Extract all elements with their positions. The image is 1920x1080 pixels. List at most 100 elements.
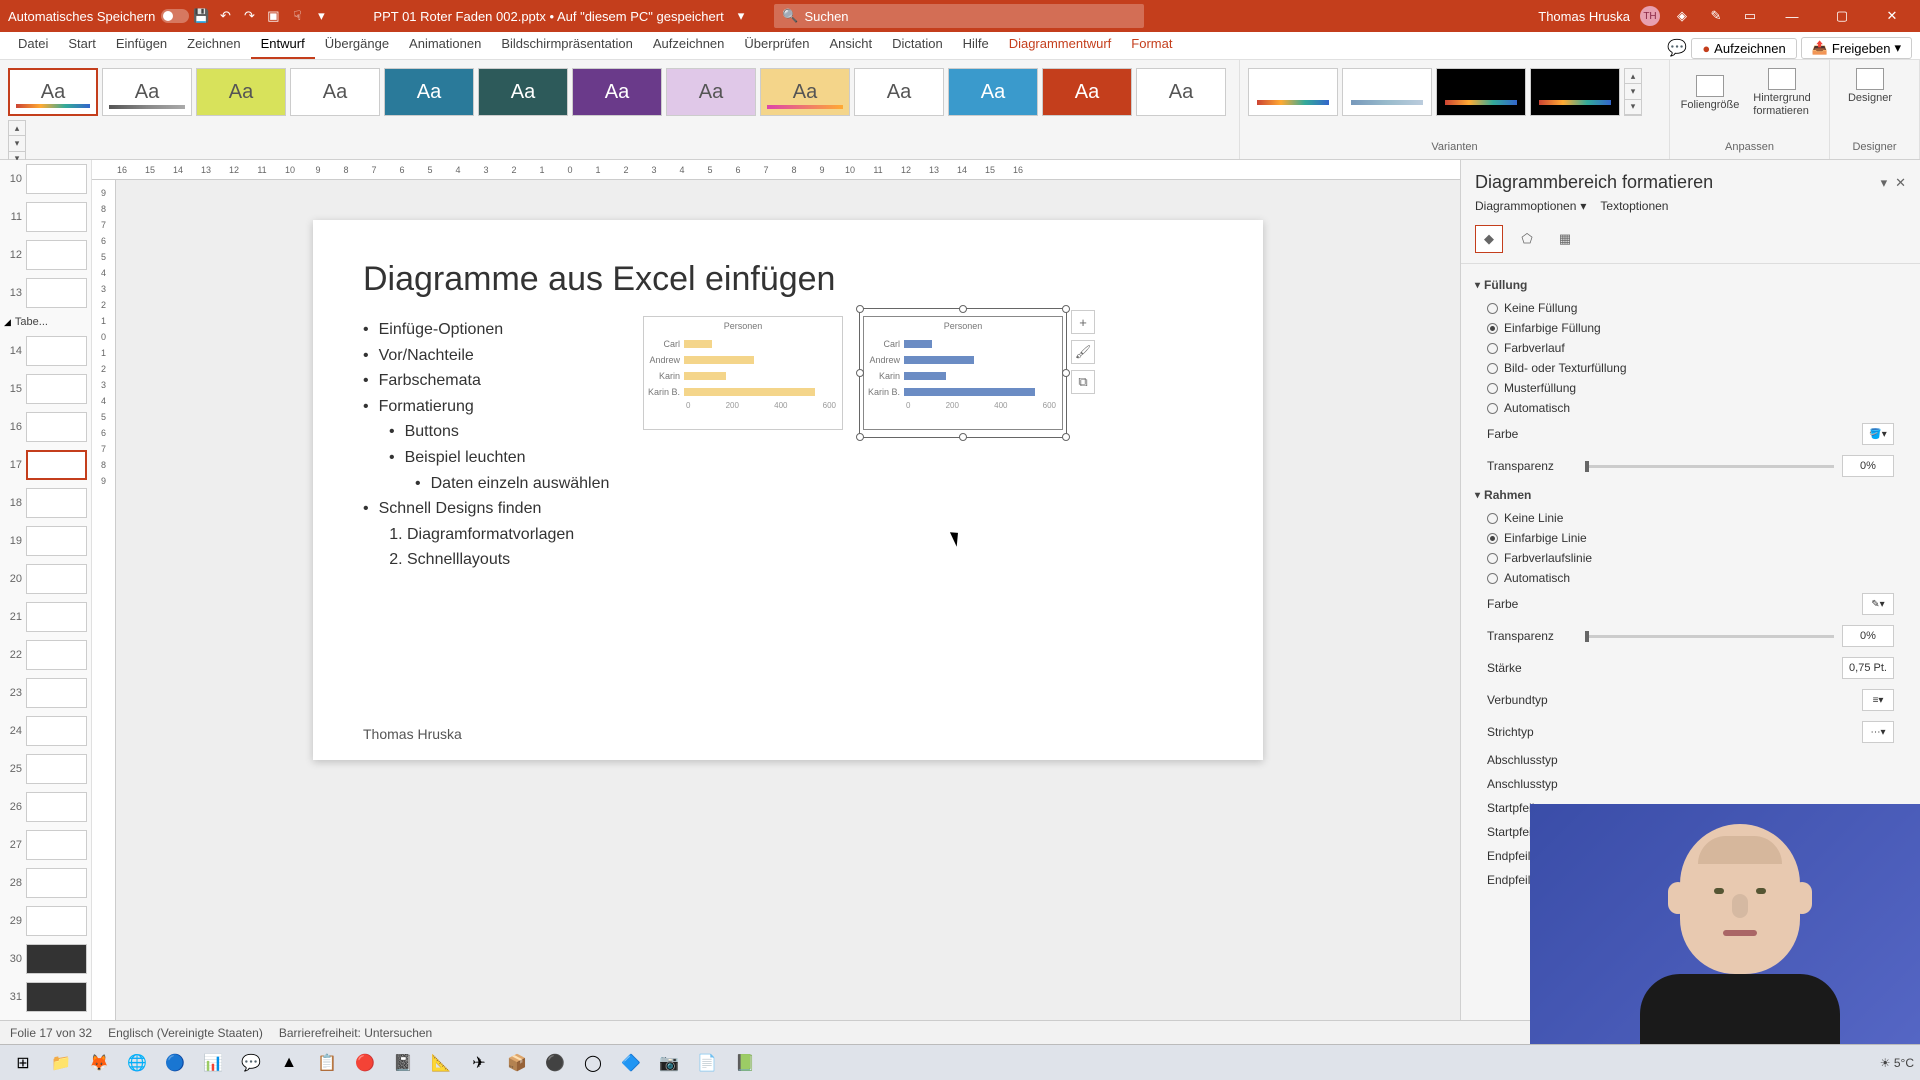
more-qat-icon[interactable]: ▾ — [309, 4, 333, 28]
user-name[interactable]: Thomas Hruska — [1538, 9, 1630, 24]
fill-transparency-value[interactable]: 0% — [1842, 455, 1894, 477]
slide-thumb-10[interactable]: 10 — [0, 160, 91, 198]
canvas[interactable]: Diagramme aus Excel einfügen Einfüge-Opt… — [116, 180, 1460, 1020]
telegram-icon[interactable]: ✈ — [462, 1048, 496, 1078]
slide-thumb-11[interactable]: 11 — [0, 198, 91, 236]
border-transparency-slider[interactable] — [1585, 635, 1834, 638]
border-color-button[interactable]: ✎▾ — [1862, 593, 1894, 615]
border-width-value[interactable]: 0,75 Pt. — [1842, 657, 1894, 679]
chart-style-icon[interactable]: 🖌 — [1071, 340, 1095, 364]
tab-bildschirmpräsentation[interactable]: Bildschirmpräsentation — [491, 32, 643, 59]
theme-thumb-11[interactable]: Aa — [1042, 68, 1132, 116]
taskbar[interactable]: ⊞ 📁 🦊 🌐 🔵 📊 💬 ▲ 📋 🔴 📓 📐 ✈ 📦 ⚫ ◯ 🔷 📷 📄 📗 … — [0, 1044, 1920, 1080]
tab-start[interactable]: Start — [58, 32, 105, 59]
close-button[interactable]: ✕ — [1872, 0, 1912, 32]
present-icon[interactable]: ▣ — [261, 4, 285, 28]
theme-thumb-5[interactable]: Aa — [478, 68, 568, 116]
title-dropdown-icon[interactable]: ▾ — [738, 8, 745, 24]
fill-color-button[interactable]: 🪣▾ — [1862, 423, 1894, 445]
app-icon-8[interactable]: 📄 — [690, 1048, 724, 1078]
tab-ansicht[interactable]: Ansicht — [819, 32, 882, 59]
chart-add-icon[interactable]: + — [1071, 310, 1095, 334]
chart-filter-icon[interactable]: ⧉ — [1071, 370, 1095, 394]
tab-einfügen[interactable]: Einfügen — [106, 32, 177, 59]
border-radio-3[interactable]: Automatisch — [1475, 568, 1906, 588]
ordered-list[interactable]: Diagramformatvorlagen Schnelllayouts — [407, 522, 1213, 573]
slide-thumb-12[interactable]: 12 — [0, 236, 91, 274]
size-props-icon[interactable]: ▦ — [1551, 225, 1579, 253]
app-icon-4[interactable]: 📦 — [500, 1048, 534, 1078]
record-button[interactable]: ●Aufzeichnen — [1691, 38, 1796, 59]
text-options-tab[interactable]: Textoptionen — [1600, 199, 1668, 213]
slide-thumb-13[interactable]: 13 — [0, 274, 91, 312]
theme-thumb-10[interactable]: Aa — [948, 68, 1038, 116]
language-status[interactable]: Englisch (Vereinigte Staaten) — [108, 1026, 263, 1040]
app-icon-1[interactable]: 💬 — [234, 1048, 268, 1078]
onenote-icon[interactable]: 📓 — [386, 1048, 420, 1078]
chart-options-tab[interactable]: Diagrammoptionen▾ — [1475, 199, 1586, 213]
tab-aufzeichnen[interactable]: Aufzeichnen — [643, 32, 735, 59]
app-icon-5[interactable]: ◯ — [576, 1048, 610, 1078]
dash-type-dropdown[interactable]: ⋯▾ — [1862, 721, 1894, 743]
comments-icon[interactable]: 💬 — [1667, 38, 1687, 58]
theme-thumb-1[interactable]: Aa — [102, 68, 192, 116]
border-transparency-value[interactable]: 0% — [1842, 625, 1894, 647]
fill-radio-4[interactable]: Musterfüllung — [1475, 378, 1906, 398]
designer-button[interactable]: Designer — [1834, 64, 1906, 109]
tab-übergänge[interactable]: Übergänge — [315, 32, 399, 59]
theme-thumb-2[interactable]: Aa — [196, 68, 286, 116]
fill-radio-0[interactable]: Keine Füllung — [1475, 298, 1906, 318]
theme-thumb-9[interactable]: Aa — [854, 68, 944, 116]
tab-dictation[interactable]: Dictation — [882, 32, 953, 59]
app-icon-3[interactable]: 🔴 — [348, 1048, 382, 1078]
edge-icon[interactable]: 🔵 — [158, 1048, 192, 1078]
share-button[interactable]: 📤Freigeben▾ — [1801, 37, 1912, 59]
theme-thumb-12[interactable]: Aa — [1136, 68, 1226, 116]
pane-dropdown-icon[interactable]: ▾ — [1881, 175, 1888, 191]
diamond-icon[interactable]: ◈ — [1670, 4, 1694, 28]
variant-gallery-more[interactable]: ▴▾▾ — [1624, 68, 1642, 116]
minimize-button[interactable]: — — [1772, 0, 1812, 32]
theme-thumb-6[interactable]: Aa — [572, 68, 662, 116]
app-icon-6[interactable]: 🔷 — [614, 1048, 648, 1078]
slide-thumb-15[interactable]: 15 — [0, 370, 91, 408]
slide-thumbnails[interactable]: 10111213◢Tabe...141516171819202122232425… — [0, 160, 92, 1020]
effects-icon[interactable]: ⬠ — [1513, 225, 1541, 253]
border-radio-2[interactable]: Farbverlaufslinie — [1475, 548, 1906, 568]
fill-radio-5[interactable]: Automatisch — [1475, 398, 1906, 418]
theme-thumb-7[interactable]: Aa — [666, 68, 756, 116]
slide-thumb-18[interactable]: 18 — [0, 484, 91, 522]
weather-widget[interactable]: ☀ 5°C — [1880, 1056, 1914, 1070]
theme-thumb-8[interactable]: Aa — [760, 68, 850, 116]
variant-thumb-0[interactable] — [1248, 68, 1338, 116]
slide-thumb-21[interactable]: 21 — [0, 598, 91, 636]
fill-radio-2[interactable]: Farbverlauf — [1475, 338, 1906, 358]
slide-thumb-31[interactable]: 31 — [0, 978, 91, 1016]
border-radio-1[interactable]: Einfarbige Linie — [1475, 528, 1906, 548]
pane-close-icon[interactable]: ✕ — [1895, 175, 1906, 191]
tab-zeichnen[interactable]: Zeichnen — [177, 32, 250, 59]
user-avatar[interactable]: TH — [1640, 6, 1660, 26]
powerpoint-icon[interactable]: 📊 — [196, 1048, 230, 1078]
tab-überprüfen[interactable]: Überprüfen — [734, 32, 819, 59]
slide-thumb-16[interactable]: 16 — [0, 408, 91, 446]
save-icon[interactable]: 💾 — [189, 4, 213, 28]
firefox-icon[interactable]: 🦊 — [82, 1048, 116, 1078]
accessibility-status[interactable]: Barrierefreiheit: Untersuchen — [279, 1026, 432, 1040]
maximize-button[interactable]: ▢ — [1822, 0, 1862, 32]
chrome-icon[interactable]: 🌐 — [120, 1048, 154, 1078]
slide-thumb-23[interactable]: 23 — [0, 674, 91, 712]
slide-thumb-26[interactable]: 26 — [0, 788, 91, 826]
visio-icon[interactable]: 📐 — [424, 1048, 458, 1078]
explorer-icon[interactable]: 📁 — [44, 1048, 78, 1078]
chart-right-selected[interactable]: PersonenCarlAndrewKarinKarin B.020040060… — [863, 316, 1063, 430]
chart-left[interactable]: PersonenCarlAndrewKarinKarin B.020040060… — [643, 316, 843, 430]
window-icon[interactable]: ▭ — [1738, 4, 1762, 28]
slide-thumb-28[interactable]: 28 — [0, 864, 91, 902]
tab-format[interactable]: Format — [1121, 32, 1182, 59]
start-icon[interactable]: ⊞ — [6, 1048, 40, 1078]
border-section-header[interactable]: Rahmen — [1475, 482, 1906, 508]
variant-thumb-2[interactable] — [1436, 68, 1526, 116]
slide-thumb-25[interactable]: 25 — [0, 750, 91, 788]
vlc-icon[interactable]: ▲ — [272, 1048, 306, 1078]
